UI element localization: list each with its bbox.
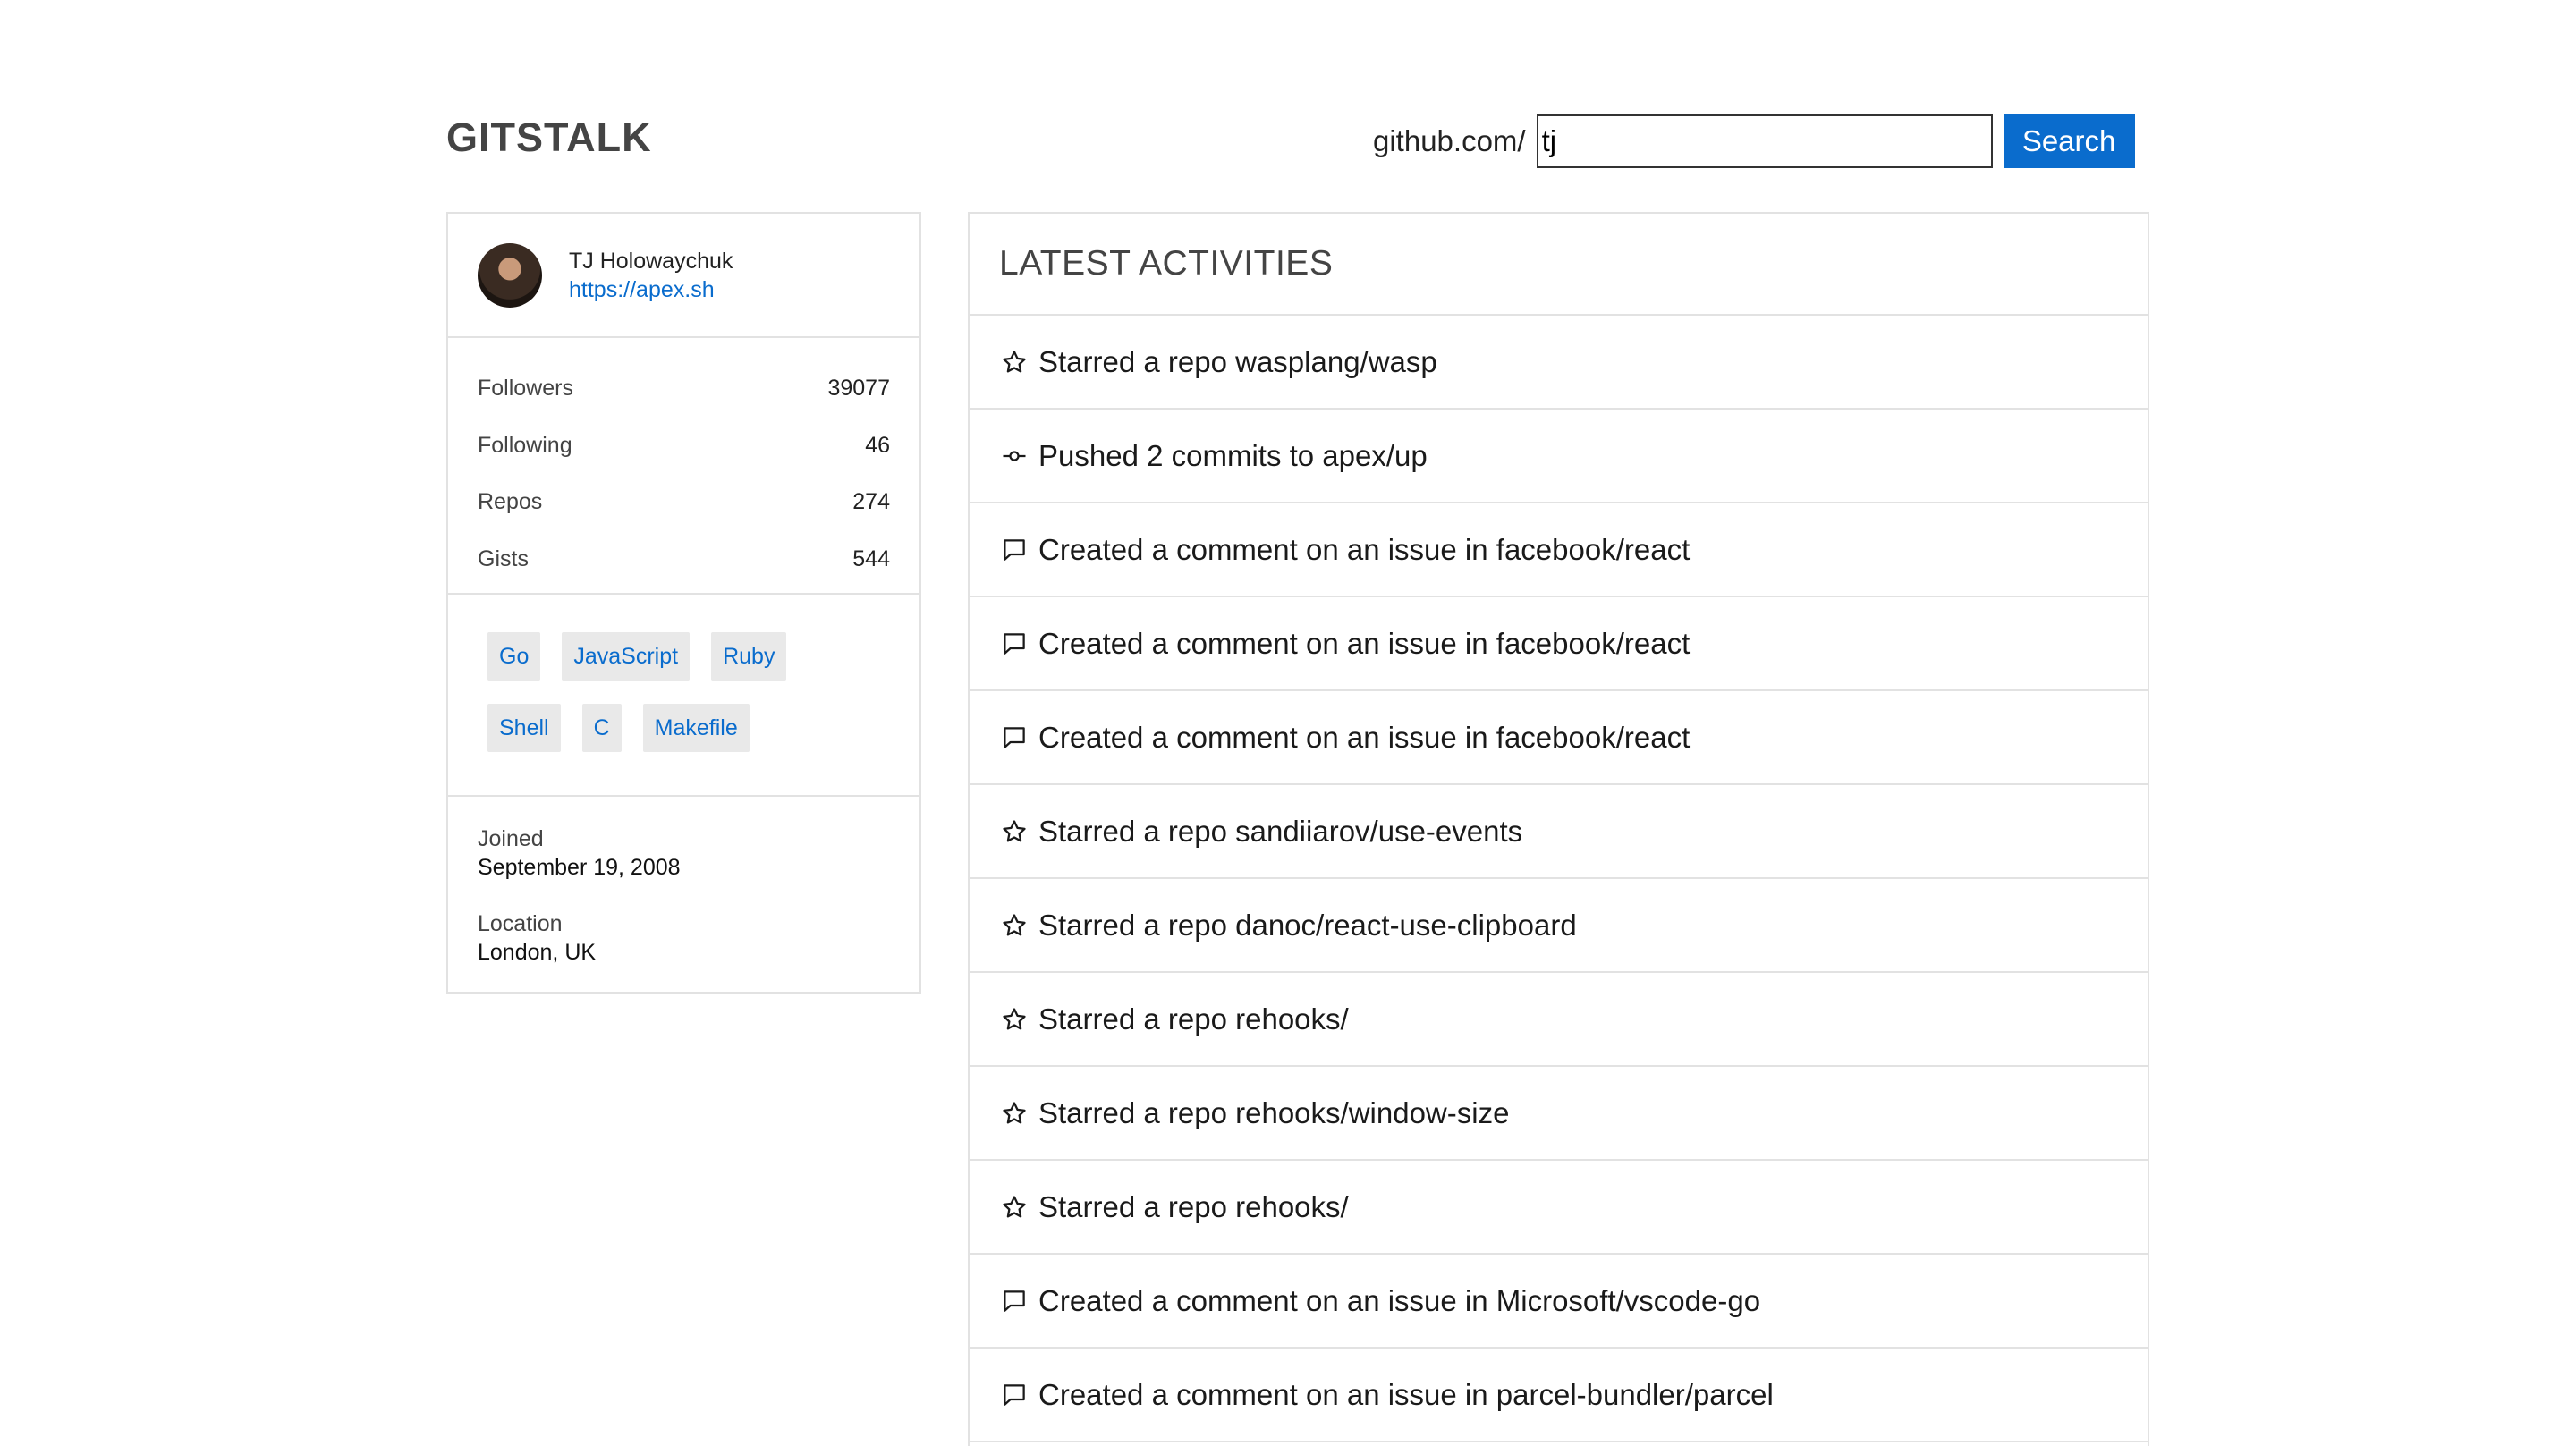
stat-gists: Gists 544 <box>478 531 890 588</box>
activity-text: Starred a repo rehooks/ <box>1038 1189 1349 1223</box>
activity-item[interactable]: Created a comment on an issue in faceboo… <box>970 691 2148 785</box>
activity-text: Starred a repo wasplang/wasp <box>1038 344 1437 378</box>
activity-item[interactable]: Created a comment on an issue in Microso… <box>970 1255 2148 1349</box>
stat-label: Followers <box>478 376 573 402</box>
comment-icon <box>999 629 1030 659</box>
language-tag-makefile[interactable]: Makefile <box>642 704 750 752</box>
stat-label: Repos <box>478 489 543 515</box>
activity-text: Pushed 2 commits to apex/up <box>1038 438 1428 472</box>
activities-title: LATEST ACTIVITIES <box>970 214 2148 316</box>
activity-text: Created a comment on an issue in faceboo… <box>1038 626 1690 660</box>
star-icon <box>999 1004 1030 1035</box>
activity-item[interactable]: Pushed 2 commits to apex/up <box>970 410 2148 503</box>
star-icon <box>999 347 1030 377</box>
profile-name: TJ Holowaychuk <box>569 248 733 274</box>
stat-repos: Repos 274 <box>478 474 890 531</box>
profile-card: TJ Holowaychuk https://apex.sh Followers… <box>446 212 921 994</box>
language-tags: Go JavaScript Ruby Shell C Makefile <box>448 595 919 797</box>
stat-following: Following 46 <box>478 418 890 475</box>
commit-icon <box>999 441 1030 471</box>
star-icon <box>999 1192 1030 1222</box>
profile-identity: TJ Holowaychuk https://apex.sh <box>569 247 733 304</box>
language-tag-c[interactable]: C <box>581 704 622 752</box>
comment-icon <box>999 1286 1030 1316</box>
activity-item[interactable]: Created a comment on an issue in parcel-… <box>970 1349 2148 1442</box>
stat-followers: Followers 39077 <box>478 360 890 418</box>
comment-icon <box>999 723 1030 753</box>
location-label: Location <box>478 911 563 936</box>
joined-label: Joined <box>478 826 544 851</box>
profile-website-link[interactable]: https://apex.sh <box>569 275 733 304</box>
activities-panel: LATEST ACTIVITIES Starred a repo wasplan… <box>968 212 2149 1446</box>
activity-text: Starred a repo rehooks/window-size <box>1038 1095 1510 1129</box>
activity-item[interactable]: Starred a repo sandiiarov/use-events <box>970 785 2148 879</box>
language-tag-go[interactable]: Go <box>487 632 541 681</box>
comment-icon <box>999 535 1030 565</box>
activity-item[interactable]: Starred a repo rehooks/ <box>970 973 2148 1067</box>
activity-list: Starred a repo wasplang/wasp Pushed 2 com… <box>970 316 2148 1442</box>
activity-item[interactable]: Starred a repo wasplang/wasp <box>970 316 2148 410</box>
activity-text: Created a comment on an issue in faceboo… <box>1038 532 1690 566</box>
activity-item[interactable]: Created a comment on an issue in faceboo… <box>970 597 2148 691</box>
language-tag-shell[interactable]: Shell <box>487 704 561 752</box>
activity-text: Starred a repo danoc/react-use-clipboard <box>1038 908 1577 942</box>
username-input[interactable] <box>1536 114 1993 168</box>
search-prefix: github.com/ <box>1373 124 1526 157</box>
page: GITSTALK github.com/ Search TJ Holowaych… <box>0 0 2576 1446</box>
activity-text: Created a comment on an issue in faceboo… <box>1038 720 1690 754</box>
star-icon <box>999 910 1030 941</box>
location-value: London, UK <box>478 940 597 965</box>
avatar <box>478 242 542 308</box>
app-title: GITSTALK <box>446 114 652 160</box>
activity-item[interactable]: Starred a repo rehooks/window-size <box>970 1067 2148 1161</box>
activity-item[interactable]: Starred a repo rehooks/ <box>970 1161 2148 1255</box>
search-button[interactable]: Search <box>2003 114 2135 168</box>
star-icon <box>999 1098 1030 1129</box>
profile-stats: Followers 39077 Following 46 Repos 274 G… <box>448 338 919 595</box>
star-icon <box>999 816 1030 847</box>
profile-header: TJ Holowaychuk https://apex.sh <box>448 214 919 338</box>
language-tag-ruby[interactable]: Ruby <box>711 632 787 681</box>
stat-label: Following <box>478 432 572 458</box>
language-tag-javascript[interactable]: JavaScript <box>562 632 691 681</box>
activity-text: Starred a repo sandiiarov/use-events <box>1038 814 1523 848</box>
stat-value: 274 <box>852 489 890 515</box>
activity-item[interactable]: Created a comment on an issue in faceboo… <box>970 503 2148 597</box>
activity-text: Created a comment on an issue in parcel-… <box>1038 1377 1774 1411</box>
stat-label: Gists <box>478 545 529 571</box>
activity-text: Starred a repo rehooks/ <box>1038 1002 1349 1036</box>
stat-value: 544 <box>852 545 890 571</box>
joined-value: September 19, 2008 <box>478 855 681 880</box>
activity-item[interactable]: Starred a repo danoc/react-use-clipboard <box>970 879 2148 973</box>
search-bar: github.com/ Search <box>1373 114 2135 168</box>
stat-value: 46 <box>865 432 890 458</box>
profile-meta: Joined September 19, 2008 Location Londo… <box>448 797 919 1024</box>
stat-value: 39077 <box>827 376 890 402</box>
comment-icon <box>999 1380 1030 1410</box>
activity-text: Created a comment on an issue in Microso… <box>1038 1283 1761 1317</box>
